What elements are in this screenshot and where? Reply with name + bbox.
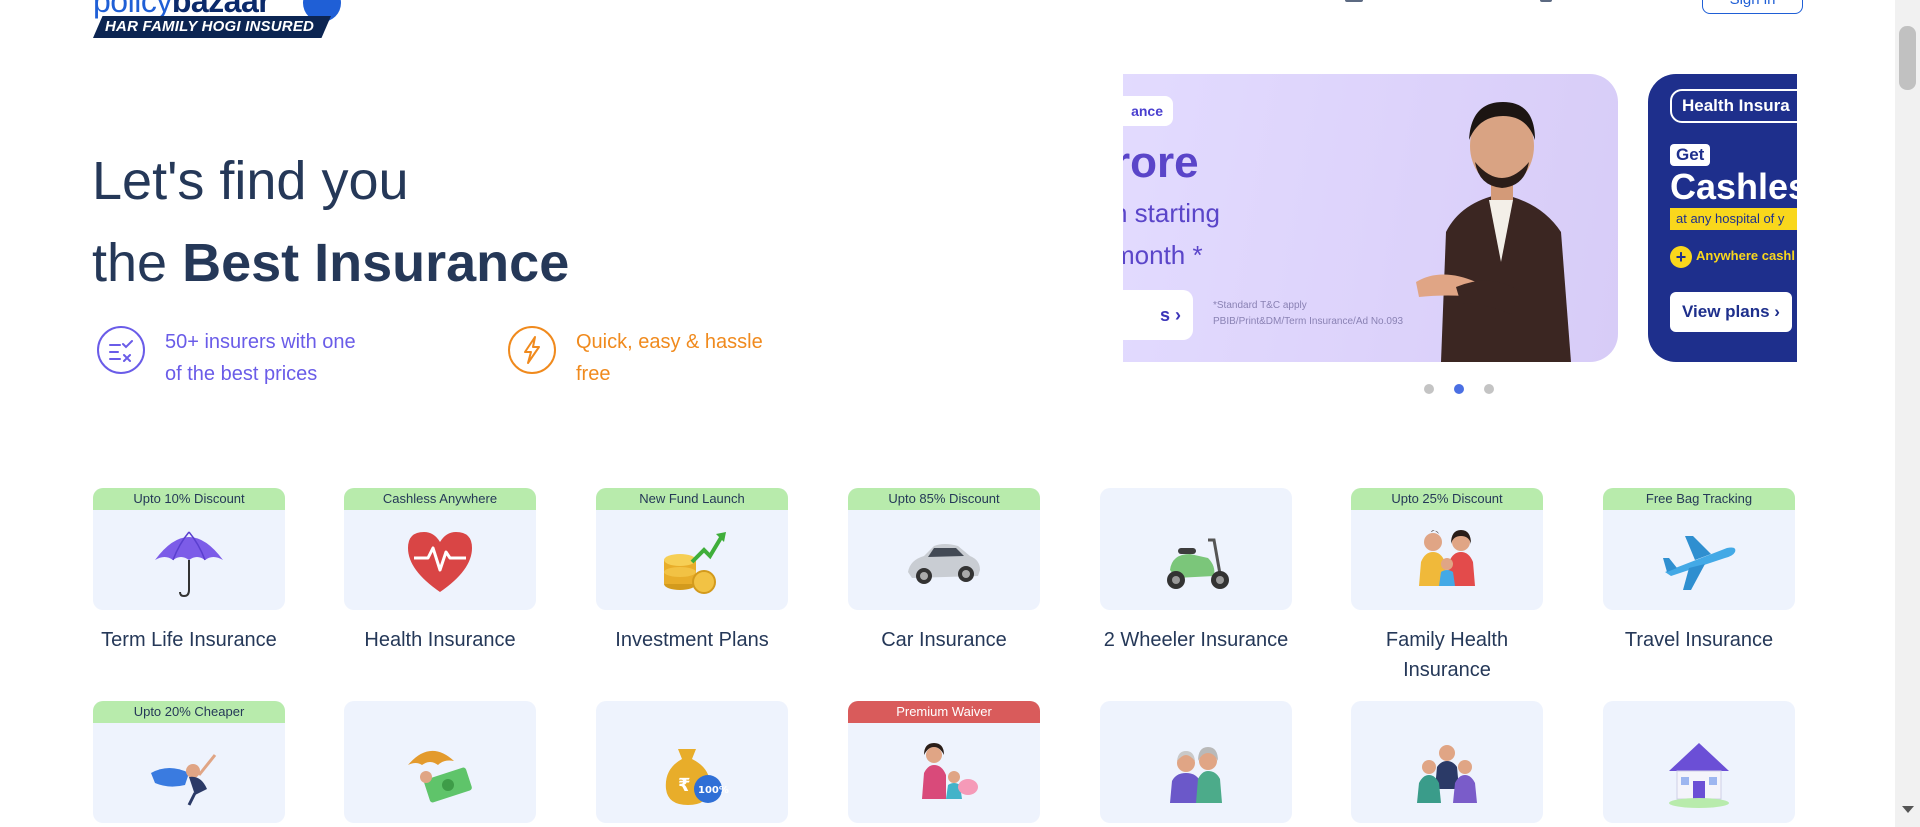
- slide-disclaimer-line1: *Standard T&C apply: [1213, 300, 1307, 311]
- top-header: policybazaar HAR FAMILY HOGI INSURED Sig…: [0, 0, 1895, 40]
- house-icon: [1669, 743, 1729, 808]
- slide2-cashless-note: Anywhere cashl: [1696, 248, 1795, 263]
- product-card-row2-5[interactable]: [1100, 701, 1292, 823]
- scooter-icon: [1167, 538, 1229, 589]
- product-label-term-life[interactable]: Term Life Insurance: [93, 625, 285, 655]
- slide2-highlight: at any hospital of y: [1670, 208, 1797, 230]
- product-badge: Premium Waiver: [848, 701, 1040, 723]
- product-card-two-wheeler[interactable]: [1100, 488, 1292, 610]
- hero-title-line2-bold: Best Insurance: [182, 233, 570, 293]
- product-badge: Upto 10% Discount: [93, 488, 285, 510]
- slide-cta-label: s: [1159, 305, 1170, 325]
- airplane-icon: [1663, 536, 1736, 590]
- carousel-dot-2[interactable]: [1454, 384, 1464, 394]
- slide-headline: rore: [1123, 138, 1199, 187]
- product-badge: New Fund Launch: [596, 488, 788, 510]
- nav-item-partial[interactable]: [1345, 0, 1363, 2]
- product-badge: Upto 20% Cheaper: [93, 701, 285, 723]
- umbrella-icon: [155, 531, 223, 598]
- product-label-investment[interactable]: Investment Plans: [596, 625, 788, 655]
- promo-slide-term[interactable]: ance rore n starting month * s › *Standa…: [1123, 74, 1618, 362]
- product-label-family-health[interactable]: Family Health Insurance: [1351, 625, 1543, 685]
- compare-list-icon: [97, 326, 145, 374]
- product-badge: Cashless Anywhere: [344, 488, 536, 510]
- policybazaar-logo[interactable]: policybazaar HAR FAMILY HOGI INSURED: [93, 0, 341, 38]
- feature-insurers: 50+ insurers with one of the best prices: [97, 326, 375, 386]
- hero-title-line2-prefix: the: [92, 233, 183, 293]
- coins-growth-icon: [664, 532, 726, 594]
- hero-title-line1: Let's find you: [92, 151, 409, 211]
- lightning-icon: [508, 326, 556, 374]
- employee-group-icon: [1417, 745, 1477, 803]
- carousel-dot-3[interactable]: [1484, 384, 1494, 394]
- money-bag-icon: ₹ 100%: [665, 749, 729, 805]
- carousel-dot-1[interactable]: [1424, 384, 1434, 394]
- slide2-headline: Cashles: [1670, 166, 1797, 207]
- slide-disclaimer-line2: PBIB/Print&DM/Term Insurance/Ad No.093: [1213, 316, 1404, 327]
- logo-tagline: HAR FAMILY HOGI INSURED: [93, 16, 331, 38]
- feature-insurers-text: 50+ insurers with one of the best prices: [165, 331, 356, 385]
- senior-couple-icon: [1170, 747, 1222, 803]
- svg-text:100%: 100%: [698, 785, 729, 796]
- product-badge: Upto 85% Discount: [848, 488, 1040, 510]
- brand-ambassador-image: [1416, 102, 1571, 362]
- slide-cta-button[interactable]: s ›: [1123, 290, 1193, 340]
- product-card-row2-1[interactable]: Upto 20% Cheaper: [93, 701, 285, 823]
- promo-slide-health[interactable]: Health Insura Get Cashles at any hospita…: [1648, 74, 1797, 362]
- family-icon: [1419, 530, 1475, 586]
- product-card-investment[interactable]: New Fund Launch: [596, 488, 788, 610]
- product-card-row2-6[interactable]: [1351, 701, 1543, 823]
- product-label-travel[interactable]: Travel Insurance: [1603, 625, 1795, 655]
- page-scrollbar[interactable]: [1895, 0, 1920, 827]
- svg-text:₹: ₹: [678, 775, 691, 796]
- product-card-row2-2[interactable]: [344, 701, 536, 823]
- product-card-family-health[interactable]: Upto 25% Discount: [1351, 488, 1543, 610]
- signin-button[interactable]: Sign in: [1702, 0, 1803, 14]
- plus-icon: +: [1670, 246, 1692, 268]
- product-card-term-life[interactable]: Upto 10% Discount: [93, 488, 285, 610]
- superhero-icon: [151, 754, 217, 806]
- car-icon: [908, 544, 980, 584]
- feature-quick: Quick, easy & hassle free: [508, 326, 786, 386]
- feature-quick-text: Quick, easy & hassle free: [576, 331, 763, 385]
- scrollbar-thumb[interactable]: [1899, 26, 1916, 90]
- product-card-car[interactable]: Upto 85% Discount: [848, 488, 1040, 610]
- product-label-two-wheeler[interactable]: 2 Wheeler Insurance: [1100, 625, 1292, 655]
- slide-disclaimer: *Standard T&C apply PBIB/Print&DM/Term I…: [1213, 298, 1403, 330]
- product-badge: Free Bag Tracking: [1603, 488, 1795, 510]
- carousel-dots: [1424, 384, 1494, 394]
- slide2-get-label: Get: [1670, 144, 1711, 166]
- view-plans-button[interactable]: View plans ›: [1670, 292, 1792, 332]
- product-card-health[interactable]: Cashless Anywhere: [344, 488, 536, 610]
- product-card-row2-7[interactable]: [1603, 701, 1795, 823]
- slide2-category-badge: Health Insura: [1670, 89, 1797, 123]
- nav-item-partial[interactable]: [1540, 0, 1552, 2]
- product-badge: Upto 25% Discount: [1351, 488, 1543, 510]
- product-card-travel[interactable]: Free Bag Tracking: [1603, 488, 1795, 610]
- promo-carousel[interactable]: ance rore n starting month * s › *Standa…: [1123, 74, 1797, 364]
- scroll-down-arrow-icon[interactable]: [1902, 806, 1914, 813]
- product-label-car[interactable]: Car Insurance: [848, 625, 1040, 655]
- heart-pulse-icon: [408, 532, 472, 592]
- product-label-health[interactable]: Health Insurance: [344, 625, 536, 655]
- slide-subline2: month *: [1123, 240, 1203, 270]
- money-umbrella-icon: [408, 750, 472, 803]
- product-card-row2-3[interactable]: ₹ 100%: [596, 701, 788, 823]
- slide-category-badge: ance: [1123, 96, 1173, 126]
- view-plans-label: View plans: [1682, 302, 1770, 321]
- product-card-row2-4[interactable]: Premium Waiver: [848, 701, 1040, 823]
- mother-child-icon: [922, 743, 978, 799]
- hero-title: Let's find you the Best Insurance: [92, 140, 569, 304]
- slide-subline1: n starting: [1123, 198, 1220, 228]
